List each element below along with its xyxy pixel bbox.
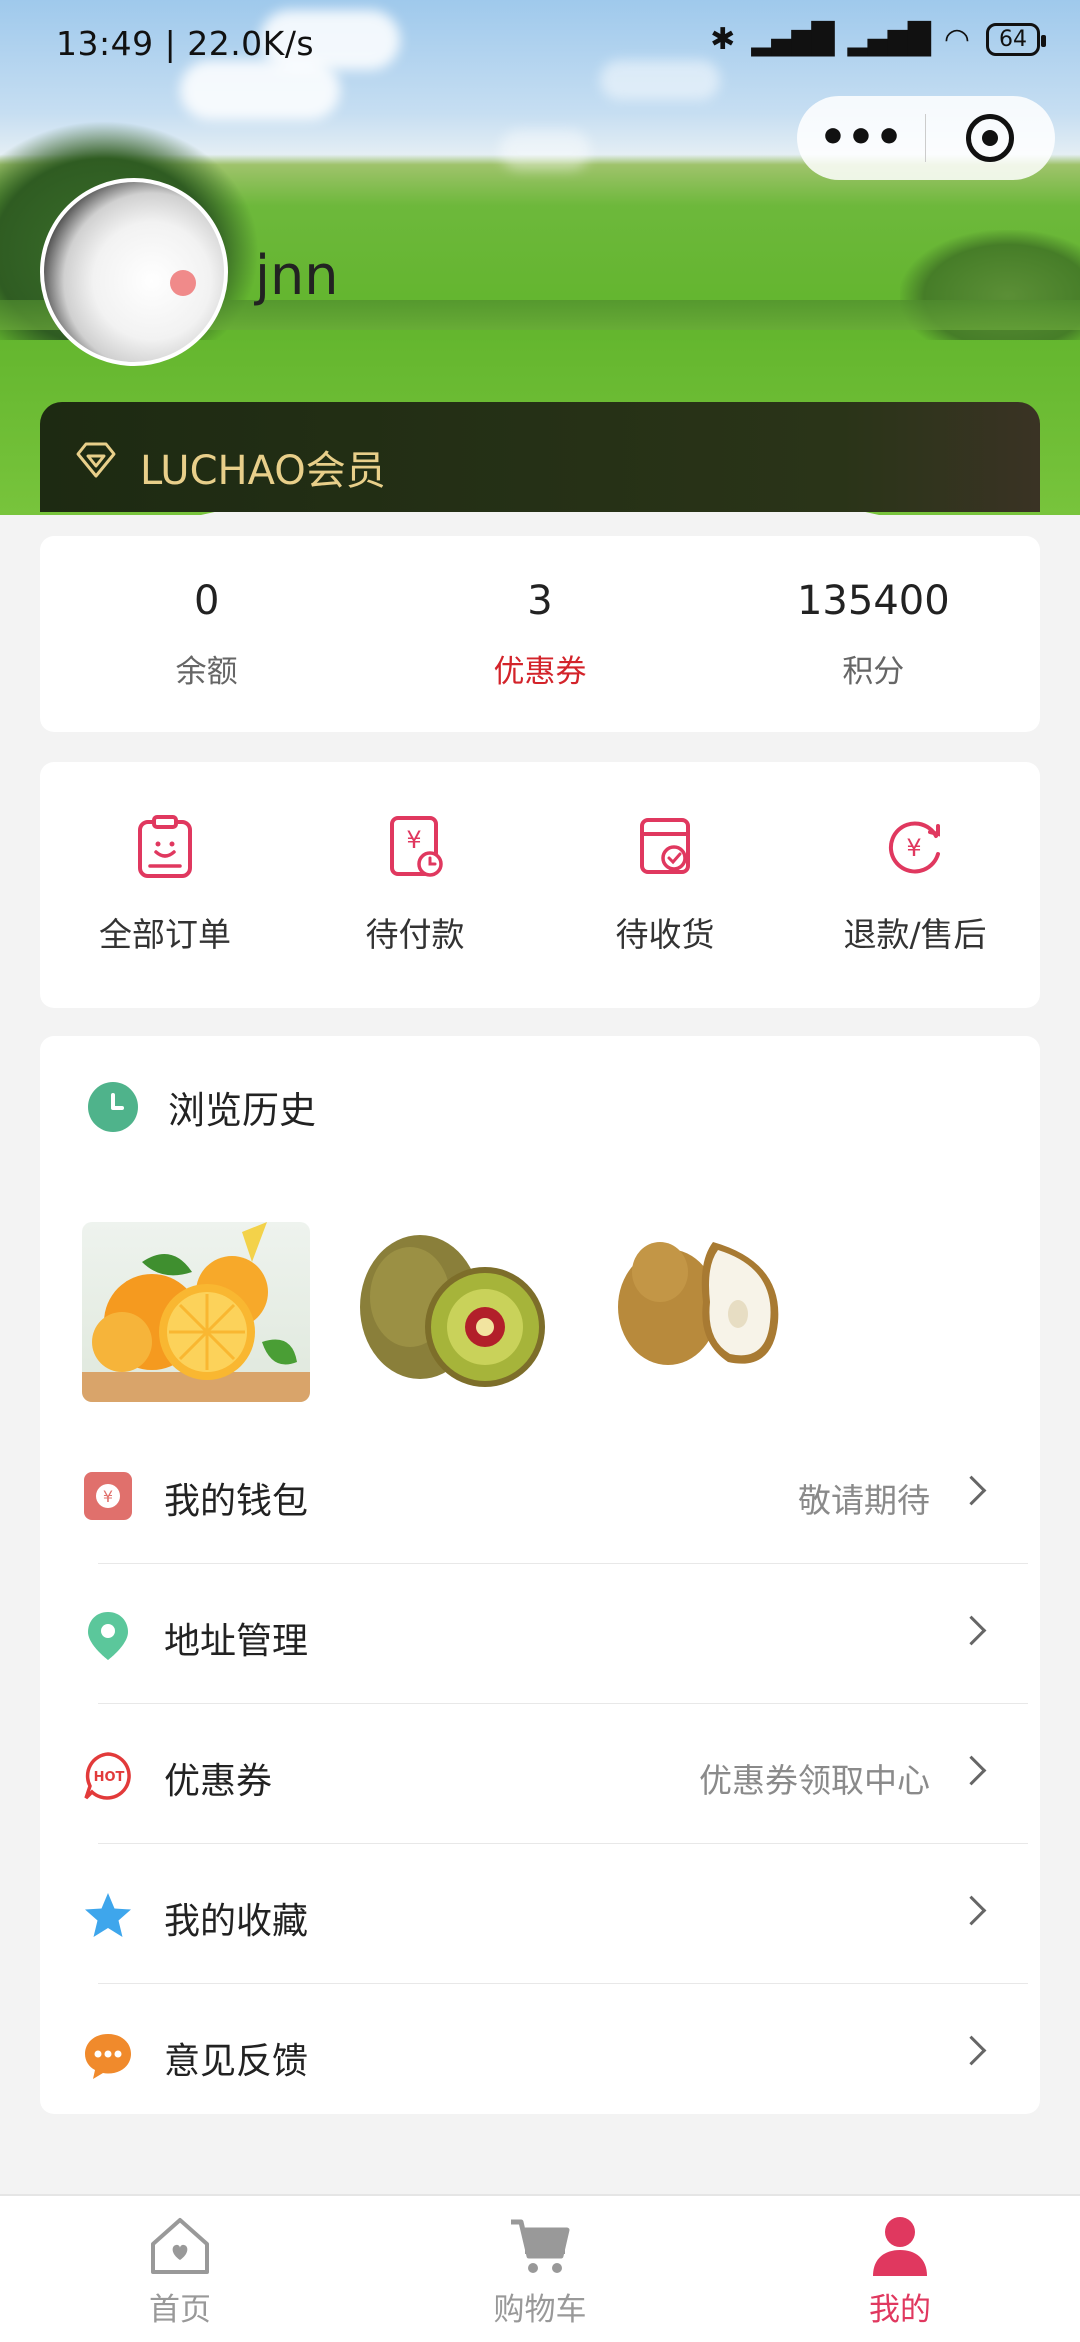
svg-text:¥: ¥ (906, 834, 921, 862)
miniprogram-capsule: ••• (797, 96, 1055, 180)
tab-mine[interactable]: 我的 (720, 2196, 1080, 2342)
clock-icon (88, 1082, 138, 1132)
order-all-button[interactable]: 全部订单 (40, 762, 290, 1008)
tab-label: 我的 (869, 2292, 931, 2328)
status-time-speed: 13:49 | 22.0K/s (56, 24, 315, 63)
stat-label: 积分 (842, 653, 905, 690)
tab-label: 购物车 (493, 2292, 587, 2328)
tab-cart[interactable]: 购物车 (360, 2196, 720, 2342)
order-pending-payment-button[interactable]: ¥ 待付款 (290, 762, 540, 1008)
history-item-pear[interactable] (598, 1222, 826, 1402)
history-item-kiwi[interactable] (340, 1222, 568, 1402)
order-pending-receipt-button[interactable]: 待收货 (540, 762, 790, 1008)
chevron-right-icon (956, 1615, 987, 1646)
member-label: LUCHAO会员 (140, 448, 386, 494)
target-icon (966, 114, 1014, 162)
battery-icon: 64 (986, 23, 1046, 56)
stat-value: 0 (193, 577, 220, 624)
browse-history-header[interactable]: 浏览历史 (88, 1080, 316, 1134)
close-miniprogram-button[interactable] (926, 114, 1054, 162)
browse-history-title: 浏览历史 (168, 1089, 316, 1132)
order-refund-button[interactable]: ¥ 退款/售后 (790, 762, 1040, 1008)
menu-wallet[interactable]: ¥ 我的钱包 敬请期待 (40, 1424, 1040, 1564)
stat-label: 余额 (175, 653, 238, 690)
history-thumbnails (82, 1222, 826, 1402)
menu-sub-text: 优惠券领取中心 (699, 1761, 930, 1800)
order-label: 全部订单 (99, 915, 231, 954)
order-label: 待付款 (365, 915, 465, 954)
stat-balance[interactable]: 0 余额 (40, 536, 373, 732)
star-icon (85, 1893, 131, 1937)
chevron-right-icon (956, 1895, 987, 1926)
menu-feedback[interactable]: 意见反馈 (40, 1984, 1040, 2124)
chevron-right-icon (956, 1475, 987, 1506)
chevron-right-icon (956, 1755, 987, 1786)
stat-points[interactable]: 135400 积分 (707, 536, 1040, 732)
username: jnn (255, 244, 339, 307)
menu-label: 地址管理 (164, 1621, 309, 1662)
order-list-icon (138, 815, 192, 878)
diamond-icon (76, 442, 116, 478)
menu-address[interactable]: 地址管理 (40, 1564, 1040, 1704)
menu-label: 意见反馈 (164, 2041, 309, 2082)
menu-label: 我的钱包 (164, 1481, 309, 1522)
svg-text:HOT: HOT (94, 1770, 125, 1785)
hot-coupon-icon: HOT (84, 1752, 131, 1800)
bottom-tab-bar: 首页 购物车 我的 (0, 2194, 1080, 2342)
menu-coupons[interactable]: HOT 优惠券 优惠券领取中心 (40, 1704, 1040, 1844)
status-bar: 13:49 | 22.0K/s ✱ ▂▄▆█ ▂▄▆█ ◠ 64 (0, 0, 1080, 92)
orders-card: 全部订单 ¥ 待付款 待收货 ¥ 退款/售后 (40, 762, 1040, 1008)
pending-receipt-icon (640, 818, 690, 874)
more-menu-button[interactable]: ••• (797, 96, 925, 180)
svg-text:¥: ¥ (406, 826, 421, 854)
history-item-orange[interactable] (82, 1222, 310, 1402)
menu-favorites[interactable]: 我的收藏 (40, 1844, 1040, 1984)
svg-text:¥: ¥ (103, 1487, 113, 1506)
account-stats-card: 0 余额 3 优惠券 135400 积分 (40, 536, 1040, 732)
member-banner[interactable]: LUCHAO会员 (40, 402, 1040, 512)
pending-payment-icon: ¥ (390, 816, 443, 877)
wallet-icon: ¥ (84, 1472, 132, 1520)
user-icon (873, 2217, 927, 2276)
stat-value: 135400 (796, 577, 950, 624)
signal-icon: ▂▄▆█ (847, 22, 931, 57)
home-icon (151, 2218, 209, 2274)
location-pin-icon (88, 1612, 128, 1660)
chevron-right-icon (956, 2035, 987, 2066)
stat-value: 3 (527, 577, 553, 624)
signal-icon: ▂▄▆█ (751, 22, 834, 57)
refund-icon: ¥ (888, 821, 940, 874)
menu-sub-text: 敬请期待 (798, 1481, 930, 1520)
wifi-icon: ◠ (943, 22, 970, 57)
stat-label: 优惠券 (493, 653, 587, 690)
tab-home[interactable]: 首页 (0, 2196, 360, 2342)
menu-label: 优惠券 (164, 1761, 273, 1802)
order-label: 待收货 (615, 915, 715, 954)
tab-label: 首页 (149, 2292, 211, 2328)
bluetooth-icon: ✱ (710, 22, 736, 57)
avatar[interactable] (40, 178, 228, 366)
menu-label: 我的收藏 (164, 1901, 309, 1942)
stat-coupons[interactable]: 3 优惠券 (373, 536, 706, 732)
cart-icon (511, 2219, 570, 2273)
order-label: 退款/售后 (843, 915, 987, 954)
history-and-menu-card: 浏览历史 ¥ 我的钱包 敬请期待 地址管理 HOT 优惠券 优惠券领取中心 我的… (40, 1036, 1040, 2114)
feedback-chat-icon (85, 2034, 131, 2079)
